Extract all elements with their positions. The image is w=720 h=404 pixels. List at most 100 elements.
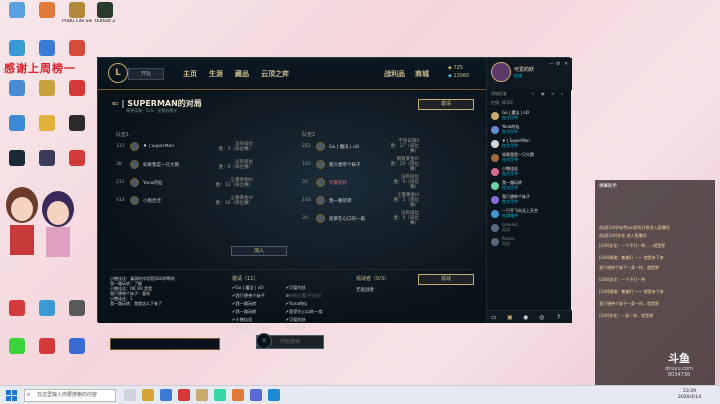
- close-icon[interactable]: ✕: [564, 61, 568, 67]
- add-friend-icon[interactable]: ＋: [531, 90, 535, 98]
- team2-player-row[interactable]: 35 可爱的妖 没有排位 胜：0（排位赛）: [302, 175, 419, 190]
- divider: [110, 269, 474, 270]
- nav-home[interactable]: 主页: [183, 69, 197, 79]
- team2-player-row[interactable]: 222 Go | 魔法 | oO 不屈白银II 胜：27（排位赛）: [302, 139, 419, 154]
- folder-icon[interactable]: ▣: [541, 90, 545, 98]
- chat-input[interactable]: [110, 338, 220, 350]
- danmaku-line: [LV8]情绪：集美们 —— 就是有下来: [599, 255, 664, 260]
- wechat-icon: [9, 338, 25, 354]
- nav-store[interactable]: 商城: [415, 69, 429, 79]
- nav-tft[interactable]: 云顶之弈: [261, 69, 289, 79]
- nav-loot[interactable]: 战利品: [384, 69, 405, 79]
- taskbar-search-input[interactable]: 在这里输入你要搜索的内容: [24, 389, 116, 402]
- settings-icon[interactable]: ⚙: [556, 61, 560, 67]
- avatar: [316, 214, 325, 223]
- taskbar-app-icon[interactable]: [214, 389, 226, 401]
- app-icon: [39, 115, 55, 131]
- desktop-icon-l[interactable]: [2, 300, 32, 330]
- system-clock[interactable]: 23:29 2020/4/14: [678, 389, 701, 401]
- league-logo-icon[interactable]: L: [108, 63, 128, 83]
- help-icon[interactable]: ?: [557, 314, 560, 321]
- app-icon: [9, 300, 25, 316]
- nav-profile[interactable]: 生涯: [209, 69, 223, 79]
- computer-icon: [9, 2, 25, 18]
- team2-player-row[interactable]: 30 菠萝在心口的一扇 没有排位 胜：0（排位赛）: [302, 211, 419, 226]
- taskbar-app-icon[interactable]: [160, 389, 172, 401]
- play-button[interactable]: 开始: [128, 68, 164, 80]
- desktop-icon-this-pc[interactable]: [2, 2, 32, 32]
- desktop-icon-g[interactable]: [2, 115, 32, 145]
- team1-player-row[interactable]: 131 ♦ | SuperMan 没有排位 胜：0（排位赛）: [116, 141, 253, 152]
- status-text[interactable]: 在线: [514, 73, 522, 79]
- friend-row[interactable]: Go | 魔法 | oO 在大厅中: [491, 110, 569, 121]
- join-team-button[interactable]: 加入: [231, 246, 287, 256]
- team1-player-row[interactable]: 414 小鲍佳佳 尘暴黄金IV 胜：16（排位赛）: [116, 195, 253, 206]
- mission-icon[interactable]: ◉: [523, 314, 528, 321]
- danmaku-header: 弹幕助手: [599, 184, 617, 189]
- danmaku-line: 欢迎[LV8]Aqiffyoo家的日常进入直播间: [599, 225, 670, 230]
- spectate-button[interactable]: 观战: [418, 274, 474, 285]
- friend-row[interactable]: 我一路玩转 在大厅中: [491, 180, 569, 191]
- minimize-icon[interactable]: —: [549, 61, 554, 67]
- desktop-icon-app2[interactable]: [32, 2, 62, 32]
- friend-row[interactable]: Raven 离线: [491, 236, 569, 247]
- list-icon[interactable]: ≡: [551, 90, 554, 98]
- team2-player-row[interactable]: 103 我一路玩转 尘暴黄金III 胜：5（排位赛）: [302, 193, 419, 208]
- close-lobby-icon[interactable]: ✕: [256, 333, 272, 349]
- app-icon: [69, 338, 85, 354]
- avatar[interactable]: [491, 62, 511, 82]
- taskbar-app-icon[interactable]: [232, 389, 244, 401]
- lobby-chat-log: 小鲍佳佳：漏洞的作用是QBG你啊的 我一路玩转：了解 小鲍佳佳：OK OK 是是…: [110, 276, 175, 306]
- app-icon: [69, 80, 85, 96]
- taskbar-league-icon[interactable]: [196, 389, 208, 401]
- team1-player-row[interactable]: 212 Yona的仙 尘暴青铜IV 胜：12（排位赛）: [116, 177, 253, 188]
- desktop-icon-i[interactable]: [62, 115, 92, 145]
- desktop-icon-d[interactable]: [2, 80, 32, 110]
- desktop-icon-wechat[interactable]: [2, 338, 32, 368]
- voice-icon[interactable]: ◎: [539, 314, 544, 321]
- taskbar-edge-icon[interactable]: [268, 389, 280, 401]
- desktop-icon-h[interactable]: [32, 115, 62, 145]
- team1-player-row[interactable]: 38 如果我是一只大鹅 没有排位 胜：0（排位赛）: [116, 159, 253, 170]
- notification-icon[interactable]: ▣: [507, 314, 513, 321]
- avatar: [316, 178, 325, 187]
- windows-taskbar: 在这里输入你要搜索的内容 ⌕ 23:29 2020/4/14: [0, 385, 720, 404]
- room-number: 8034736: [667, 372, 691, 378]
- taskbar-app-icon[interactable]: [142, 389, 154, 401]
- desktop-icon-f[interactable]: [62, 80, 92, 110]
- desktop-icon-e[interactable]: [32, 80, 62, 110]
- search-icon[interactable]: ⌕: [561, 90, 563, 98]
- taskbar-app-icon[interactable]: [250, 389, 262, 401]
- invite-button[interactable]: 邀请: [418, 99, 474, 110]
- friend-row[interactable]: Yona的仙 在大厅中: [491, 124, 569, 135]
- team2-header: 队伍2: [302, 132, 316, 138]
- ready-check-list: ✔ Go | 魔法 | oO ✔ 可爱的妖 ✔ 我只想带个妹子 ⊘ 所有位置(不可选…: [232, 285, 323, 330]
- chat-icon[interactable]: ▭: [491, 314, 497, 321]
- ready-header: 邀请（11）: [232, 276, 259, 282]
- desktop-icon-pubg[interactable]: PUBG Lite Server: [62, 2, 92, 32]
- username: 可爱的妖: [514, 67, 535, 73]
- friend-row[interactable]: Leavess 离线: [491, 222, 569, 233]
- task-view-icon[interactable]: [124, 389, 136, 401]
- friend-row[interactable]: 我只想带个妹子 在大厅中: [491, 194, 569, 205]
- app-icon: [39, 40, 55, 56]
- nav-collection[interactable]: 藏品: [235, 69, 249, 79]
- friend-row[interactable]: 一只平飞向无上天空 在游戏中: [491, 208, 569, 219]
- windows-start-icon[interactable]: [6, 390, 17, 401]
- friend-row[interactable]: 小鲍佳佳 在大厅中: [491, 166, 569, 177]
- app-icon: [69, 150, 85, 166]
- desktop-icon-m[interactable]: [32, 300, 62, 330]
- taskbar-app-icon[interactable]: [178, 389, 190, 401]
- desktop-icon-n[interactable]: [62, 300, 92, 330]
- back-arrow-icon[interactable]: ⇐: [112, 99, 122, 108]
- desktop-icon-outlast[interactable]: Outlast 2: [90, 2, 120, 32]
- danmaku-line: [LV8]情绪：集美们 —— 就是有下来: [599, 289, 664, 294]
- danmaku-line: [LV8]花花：一个不打一种: [599, 277, 646, 282]
- desktop-icon-o[interactable]: [32, 338, 62, 368]
- custom-game-lobby: ⇐ | SUPERMAN的对局 嚎哭深渊 · 5v5 · 全随机模式 邀请 队伍…: [98, 91, 486, 350]
- desktop-icon-p[interactable]: [62, 338, 92, 368]
- avatar: [130, 196, 139, 205]
- friend-row[interactable]: 如果我是一只大鹅 在大厅中: [491, 152, 569, 163]
- team2-player-row[interactable]: 103 我只想带个妹子 钢铁黄金IV 胜：20（排位赛）: [302, 157, 419, 172]
- friend-row[interactable]: ♦ | SuperMan 在大厅中: [491, 138, 569, 149]
